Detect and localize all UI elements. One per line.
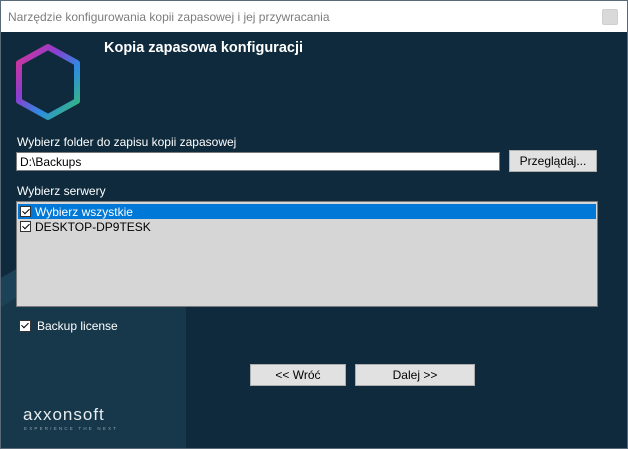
select-all-checkbox[interactable]: [20, 206, 31, 217]
dialog-window: Narzędzie konfigurowania kopii zapasowej…: [0, 0, 628, 449]
close-icon: [602, 8, 618, 25]
window-title: Narzędzie konfigurowania kopii zapasowej…: [8, 10, 330, 24]
server-item-desktop[interactable]: DESKTOP-DP9TESK: [18, 219, 596, 234]
axxonsoft-brand-logo: axxonsoft EXPERIENCE THE NEXT: [23, 405, 118, 431]
server-item-label: DESKTOP-DP9TESK: [35, 219, 151, 234]
server-item-select-all[interactable]: Wybierz wszystkie: [18, 204, 596, 219]
close-button[interactable]: [593, 1, 627, 32]
backup-license-option[interactable]: Backup license: [19, 319, 118, 333]
backup-license-checkbox[interactable]: [19, 320, 31, 332]
page-title: Kopia zapasowa konfiguracji: [104, 40, 304, 56]
back-button[interactable]: << Wróć: [250, 364, 346, 386]
backup-license-label: Backup license: [37, 319, 118, 333]
backup-folder-input[interactable]: [16, 152, 500, 171]
title-bar: Narzędzie konfigurowania kopii zapasowej…: [1, 1, 627, 32]
browse-button[interactable]: Przeglądaj...: [509, 150, 597, 172]
server-checkbox[interactable]: [20, 221, 31, 232]
next-button[interactable]: Dalej >>: [355, 364, 475, 386]
servers-listbox[interactable]: Wybierz wszystkie DESKTOP-DP9TESK: [16, 201, 598, 307]
brand-wordmark: axxonsoft: [23, 405, 105, 424]
axxonsoft-hexagon-logo-icon: [16, 44, 80, 120]
folder-label: Wybierz folder do zapisu kopii zapasowej: [17, 135, 237, 149]
servers-label: Wybierz serwery: [17, 184, 106, 198]
brand-tagline: EXPERIENCE THE NEXT: [24, 426, 118, 431]
server-item-label: Wybierz wszystkie: [35, 204, 133, 219]
